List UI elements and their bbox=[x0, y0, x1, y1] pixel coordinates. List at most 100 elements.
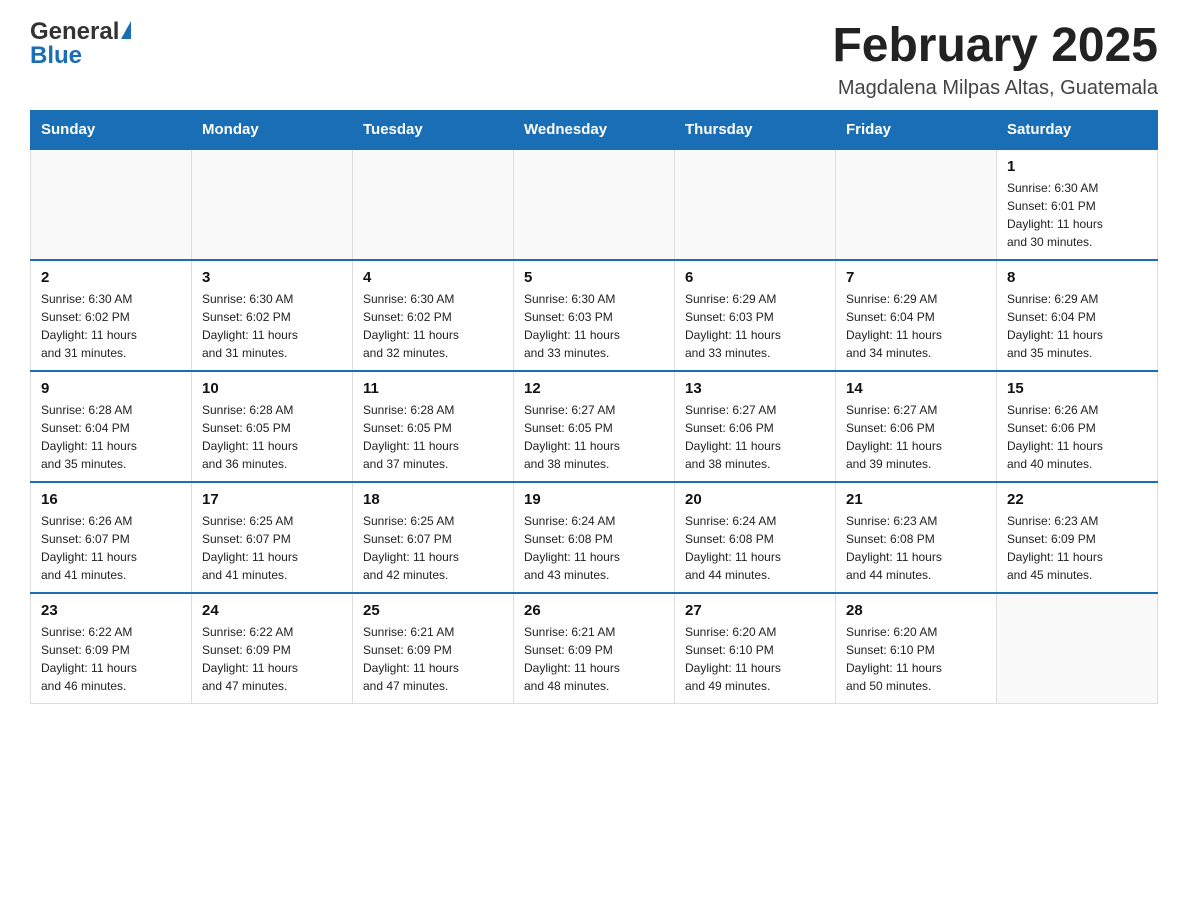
day-number: 24 bbox=[202, 602, 342, 619]
day-info: Sunrise: 6:30 AMSunset: 6:02 PMDaylight:… bbox=[41, 290, 181, 362]
day-number: 1 bbox=[1007, 158, 1147, 175]
table-row: 21Sunrise: 6:23 AMSunset: 6:08 PMDayligh… bbox=[836, 482, 997, 593]
day-info: Sunrise: 6:23 AMSunset: 6:09 PMDaylight:… bbox=[1007, 512, 1147, 584]
day-number: 22 bbox=[1007, 491, 1147, 508]
day-number: 15 bbox=[1007, 380, 1147, 397]
day-info: Sunrise: 6:22 AMSunset: 6:09 PMDaylight:… bbox=[41, 623, 181, 695]
table-row: 24 Sunrise: 6:22 AMSunset: 6:09 PMDayligh… bbox=[192, 593, 353, 704]
day-number: 3 bbox=[202, 269, 342, 286]
day-number: 21 bbox=[846, 491, 986, 508]
day-number: 20 bbox=[685, 491, 825, 508]
day-info: Sunrise: 6:22 AMSunset: 6:09 PMDaylight:… bbox=[202, 623, 342, 695]
table-row: 23 Sunrise: 6:22 AMSunset: 6:09 PMDayligh… bbox=[31, 593, 192, 704]
day-info: Sunrise: 6:25 AMSunset: 6:07 PMDaylight:… bbox=[363, 512, 503, 584]
day-number: 26 bbox=[524, 602, 664, 619]
table-row: 13Sunrise: 6:27 AMSunset: 6:06 PMDayligh… bbox=[675, 371, 836, 482]
table-row: 20Sunrise: 6:24 AMSunset: 6:08 PMDayligh… bbox=[675, 482, 836, 593]
day-info: Sunrise: 6:29 AMSunset: 6:04 PMDaylight:… bbox=[846, 290, 986, 362]
day-number: 27 bbox=[685, 602, 825, 619]
day-number: 6 bbox=[685, 269, 825, 286]
page-header: General Blue February 2025 Magdalena Mil… bbox=[30, 20, 1158, 100]
table-row: 10 Sunrise: 6:28 AMSunset: 6:05 PMDayligh… bbox=[192, 371, 353, 482]
table-row: 9Sunrise: 6:28 AMSunset: 6:04 PMDaylight… bbox=[31, 371, 192, 482]
day-number: 10 bbox=[202, 380, 342, 397]
table-row: 2 Sunrise: 6:30 AMSunset: 6:02 PMDaylight… bbox=[31, 260, 192, 371]
table-row bbox=[192, 149, 353, 260]
col-friday: Friday bbox=[836, 110, 997, 149]
logo: General Blue bbox=[30, 20, 131, 68]
day-info: Sunrise: 6:21 AMSunset: 6:09 PMDaylight:… bbox=[363, 623, 503, 695]
table-row: 28 Sunrise: 6:20 AMSunset: 6:10 PMDayligh… bbox=[836, 593, 997, 704]
calendar-header-row: Sunday Monday Tuesday Wednesday Thursday… bbox=[31, 110, 1158, 149]
col-sunday: Sunday bbox=[31, 110, 192, 149]
day-info: Sunrise: 6:30 AMSunset: 6:01 PMDaylight:… bbox=[1007, 179, 1147, 251]
calendar-table: Sunday Monday Tuesday Wednesday Thursday… bbox=[30, 110, 1158, 704]
logo-blue: Blue bbox=[30, 44, 82, 68]
day-info: Sunrise: 6:21 AMSunset: 6:09 PMDaylight:… bbox=[524, 623, 664, 695]
day-number: 28 bbox=[846, 602, 986, 619]
table-row bbox=[353, 149, 514, 260]
day-number: 12 bbox=[524, 380, 664, 397]
day-info: Sunrise: 6:20 AMSunset: 6:10 PMDaylight:… bbox=[685, 623, 825, 695]
table-row bbox=[31, 149, 192, 260]
calendar-week-row: 1 Sunrise: 6:30 AMSunset: 6:01 PMDaylight… bbox=[31, 149, 1158, 260]
logo-triangle-icon bbox=[121, 21, 131, 39]
day-number: 9 bbox=[41, 380, 181, 397]
day-info: Sunrise: 6:24 AMSunset: 6:08 PMDaylight:… bbox=[524, 512, 664, 584]
table-row: 17 Sunrise: 6:25 AMSunset: 6:07 PMDayligh… bbox=[192, 482, 353, 593]
table-row: 14Sunrise: 6:27 AMSunset: 6:06 PMDayligh… bbox=[836, 371, 997, 482]
table-row: 12 Sunrise: 6:27 AMSunset: 6:05 PMDayligh… bbox=[514, 371, 675, 482]
col-thursday: Thursday bbox=[675, 110, 836, 149]
col-saturday: Saturday bbox=[997, 110, 1158, 149]
day-info: Sunrise: 6:29 AMSunset: 6:03 PMDaylight:… bbox=[685, 290, 825, 362]
day-info: Sunrise: 6:28 AMSunset: 6:05 PMDaylight:… bbox=[363, 401, 503, 473]
day-info: Sunrise: 6:27 AMSunset: 6:06 PMDaylight:… bbox=[685, 401, 825, 473]
table-row: 7 Sunrise: 6:29 AMSunset: 6:04 PMDaylight… bbox=[836, 260, 997, 371]
month-title: February 2025 bbox=[832, 20, 1158, 73]
day-info: Sunrise: 6:27 AMSunset: 6:06 PMDaylight:… bbox=[846, 401, 986, 473]
col-tuesday: Tuesday bbox=[353, 110, 514, 149]
calendar-week-row: 23 Sunrise: 6:22 AMSunset: 6:09 PMDayligh… bbox=[31, 593, 1158, 704]
day-info: Sunrise: 6:20 AMSunset: 6:10 PMDaylight:… bbox=[846, 623, 986, 695]
calendar-week-row: 16Sunrise: 6:26 AMSunset: 6:07 PMDayligh… bbox=[31, 482, 1158, 593]
day-number: 18 bbox=[363, 491, 503, 508]
day-info: Sunrise: 6:30 AMSunset: 6:02 PMDaylight:… bbox=[202, 290, 342, 362]
table-row: 8Sunrise: 6:29 AMSunset: 6:04 PMDaylight… bbox=[997, 260, 1158, 371]
day-info: Sunrise: 6:30 AMSunset: 6:02 PMDaylight:… bbox=[363, 290, 503, 362]
day-number: 23 bbox=[41, 602, 181, 619]
table-row: 11 Sunrise: 6:28 AMSunset: 6:05 PMDayligh… bbox=[353, 371, 514, 482]
table-row: 19 Sunrise: 6:24 AMSunset: 6:08 PMDayligh… bbox=[514, 482, 675, 593]
table-row: 4 Sunrise: 6:30 AMSunset: 6:02 PMDaylight… bbox=[353, 260, 514, 371]
day-info: Sunrise: 6:30 AMSunset: 6:03 PMDaylight:… bbox=[524, 290, 664, 362]
logo-general: General bbox=[30, 20, 131, 44]
table-row: 1 Sunrise: 6:30 AMSunset: 6:01 PMDaylight… bbox=[997, 149, 1158, 260]
day-number: 5 bbox=[524, 269, 664, 286]
table-row: 5 Sunrise: 6:30 AMSunset: 6:03 PMDaylight… bbox=[514, 260, 675, 371]
table-row bbox=[997, 593, 1158, 704]
location: Magdalena Milpas Altas, Guatemala bbox=[832, 77, 1158, 100]
day-number: 2 bbox=[41, 269, 181, 286]
day-number: 7 bbox=[846, 269, 986, 286]
day-number: 4 bbox=[363, 269, 503, 286]
day-info: Sunrise: 6:28 AMSunset: 6:05 PMDaylight:… bbox=[202, 401, 342, 473]
table-row: 26 Sunrise: 6:21 AMSunset: 6:09 PMDayligh… bbox=[514, 593, 675, 704]
day-number: 11 bbox=[363, 380, 503, 397]
col-monday: Monday bbox=[192, 110, 353, 149]
table-row bbox=[675, 149, 836, 260]
table-row: 6 Sunrise: 6:29 AMSunset: 6:03 PMDaylight… bbox=[675, 260, 836, 371]
day-info: Sunrise: 6:27 AMSunset: 6:05 PMDaylight:… bbox=[524, 401, 664, 473]
calendar-week-row: 9Sunrise: 6:28 AMSunset: 6:04 PMDaylight… bbox=[31, 371, 1158, 482]
day-number: 25 bbox=[363, 602, 503, 619]
col-wednesday: Wednesday bbox=[514, 110, 675, 149]
table-row bbox=[514, 149, 675, 260]
table-row: 15Sunrise: 6:26 AMSunset: 6:06 PMDayligh… bbox=[997, 371, 1158, 482]
day-info: Sunrise: 6:25 AMSunset: 6:07 PMDaylight:… bbox=[202, 512, 342, 584]
day-number: 19 bbox=[524, 491, 664, 508]
table-row: 22 Sunrise: 6:23 AMSunset: 6:09 PMDayligh… bbox=[997, 482, 1158, 593]
table-row: 3 Sunrise: 6:30 AMSunset: 6:02 PMDaylight… bbox=[192, 260, 353, 371]
day-number: 16 bbox=[41, 491, 181, 508]
table-row bbox=[836, 149, 997, 260]
day-number: 17 bbox=[202, 491, 342, 508]
table-row: 27 Sunrise: 6:20 AMSunset: 6:10 PMDayligh… bbox=[675, 593, 836, 704]
table-row: 25 Sunrise: 6:21 AMSunset: 6:09 PMDayligh… bbox=[353, 593, 514, 704]
